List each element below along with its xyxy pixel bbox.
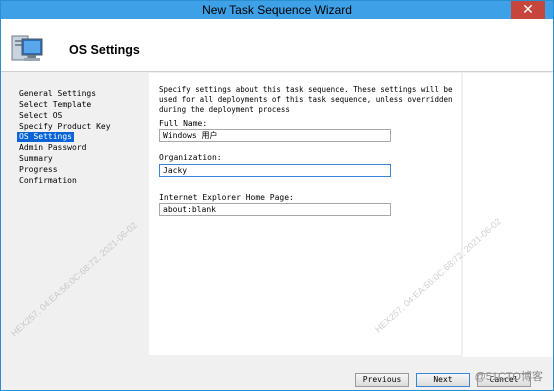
nav-item-summary[interactable]: Summary <box>17 154 55 164</box>
window-title: New Task Sequence Wizard <box>202 3 352 17</box>
title-bar[interactable]: New Task Sequence Wizard ✕ <box>1 1 553 19</box>
nav-item-general-settings[interactable]: General Settings <box>17 89 98 99</box>
previous-button[interactable]: Previous <box>355 373 409 387</box>
nav-item-admin-password[interactable]: Admin Password <box>17 143 88 153</box>
nav-item-os-settings[interactable]: OS Settings <box>17 132 74 142</box>
home-page-label: Internet Explorer Home Page: <box>159 193 294 202</box>
nav-item-specify-product-key[interactable]: Specify Product Key <box>17 122 113 132</box>
page-title: OS Settings <box>69 43 140 57</box>
wizard-header: OS Settings <box>1 19 553 72</box>
next-button[interactable]: Next <box>416 373 470 387</box>
nav-item-select-template[interactable]: Select Template <box>17 100 93 110</box>
nav-item-select-os[interactable]: Select OS <box>17 111 64 121</box>
organization-label: Organization: <box>159 153 222 162</box>
computer-icon <box>11 35 43 61</box>
description-text: Specify settings about this task sequenc… <box>159 85 453 114</box>
site-watermark: @51CTO博客 <box>474 371 543 383</box>
wizard-window: New Task Sequence Wizard ✕ OS Settings G… <box>0 0 554 391</box>
close-button[interactable]: ✕ <box>511 1 545 19</box>
organization-field[interactable] <box>159 164 391 177</box>
content-margin <box>463 73 553 390</box>
settings-panel: Specify settings about this task sequenc… <box>149 73 461 355</box>
nav-item-progress[interactable]: Progress <box>17 165 60 175</box>
home-page-field[interactable] <box>159 203 391 216</box>
full-name-label: Full Name: <box>159 119 208 128</box>
nav-item-confirmation[interactable]: Confirmation <box>17 176 79 186</box>
full-name-field[interactable] <box>159 129 391 142</box>
